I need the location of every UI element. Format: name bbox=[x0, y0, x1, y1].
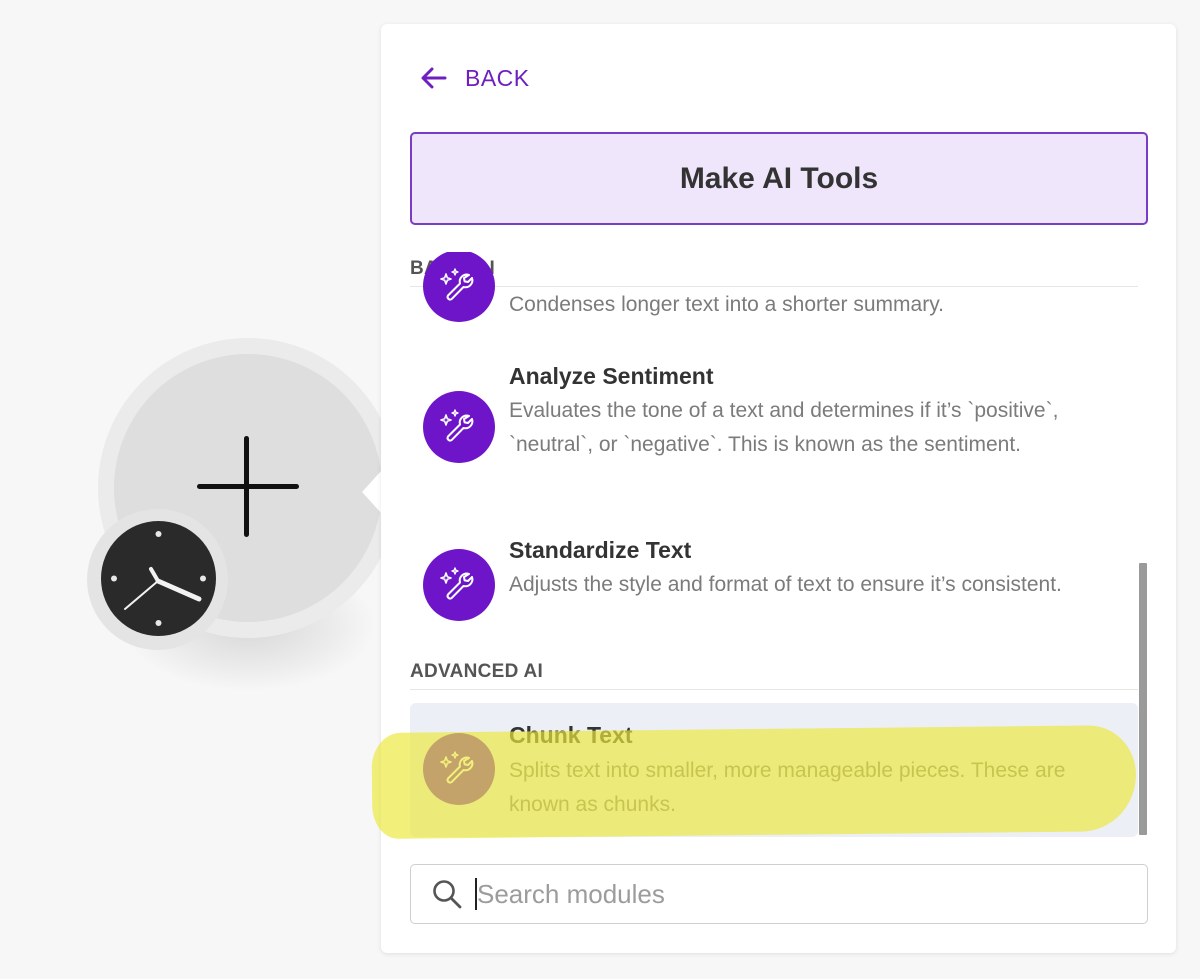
sparkle-wrench-icon bbox=[423, 733, 495, 805]
search-field[interactable] bbox=[410, 864, 1148, 924]
search-input[interactable] bbox=[477, 878, 1117, 910]
item-description: Adjusts the style and format of text to … bbox=[509, 573, 1062, 596]
arrow-left-icon bbox=[421, 67, 447, 89]
item-name: Chunk Text bbox=[509, 722, 633, 748]
search-icon bbox=[433, 880, 462, 909]
item-description: Splits text into smaller, more manageabl… bbox=[509, 759, 1066, 816]
panel-pointer bbox=[362, 470, 382, 514]
app-title: Make AI Tools bbox=[679, 161, 879, 195]
section-divider bbox=[410, 689, 1138, 690]
scenario-canvas: BACK Make AI Tools BASIC AI Condenses lo… bbox=[0, 0, 1200, 979]
list-scrollbar[interactable] bbox=[1139, 563, 1147, 835]
item-name: Standardize Text bbox=[509, 537, 692, 563]
list-item-summarize[interactable]: Condenses longer text into a shorter sum… bbox=[410, 252, 1138, 327]
list-item-chunk-text[interactable]: Chunk Text Splits text into smaller, mor… bbox=[410, 703, 1138, 837]
sparkle-wrench-icon bbox=[423, 391, 495, 463]
sparkle-wrench-icon bbox=[423, 549, 495, 621]
item-description: Evaluates the tone of a text and determi… bbox=[509, 399, 1059, 456]
sparkle-wrench-icon bbox=[423, 252, 495, 322]
app-header: Make AI Tools bbox=[410, 132, 1148, 225]
item-name: Analyze Sentiment bbox=[509, 363, 714, 389]
module-list[interactable]: BASIC AI Condenses longer text into a sh… bbox=[400, 252, 1150, 837]
clock-icon[interactable] bbox=[101, 521, 216, 636]
back-label: BACK bbox=[465, 64, 530, 91]
item-description: Condenses longer text into a shorter sum… bbox=[509, 293, 944, 316]
list-item-analyze-sentiment[interactable]: Analyze Sentiment Evaluates the tone of … bbox=[410, 357, 1138, 497]
section-label-advanced-ai: ADVANCED AI bbox=[410, 661, 544, 682]
list-item-standardize-text[interactable]: Standardize Text Adjusts the style and f… bbox=[410, 531, 1138, 641]
back-button[interactable]: BACK bbox=[421, 62, 530, 94]
